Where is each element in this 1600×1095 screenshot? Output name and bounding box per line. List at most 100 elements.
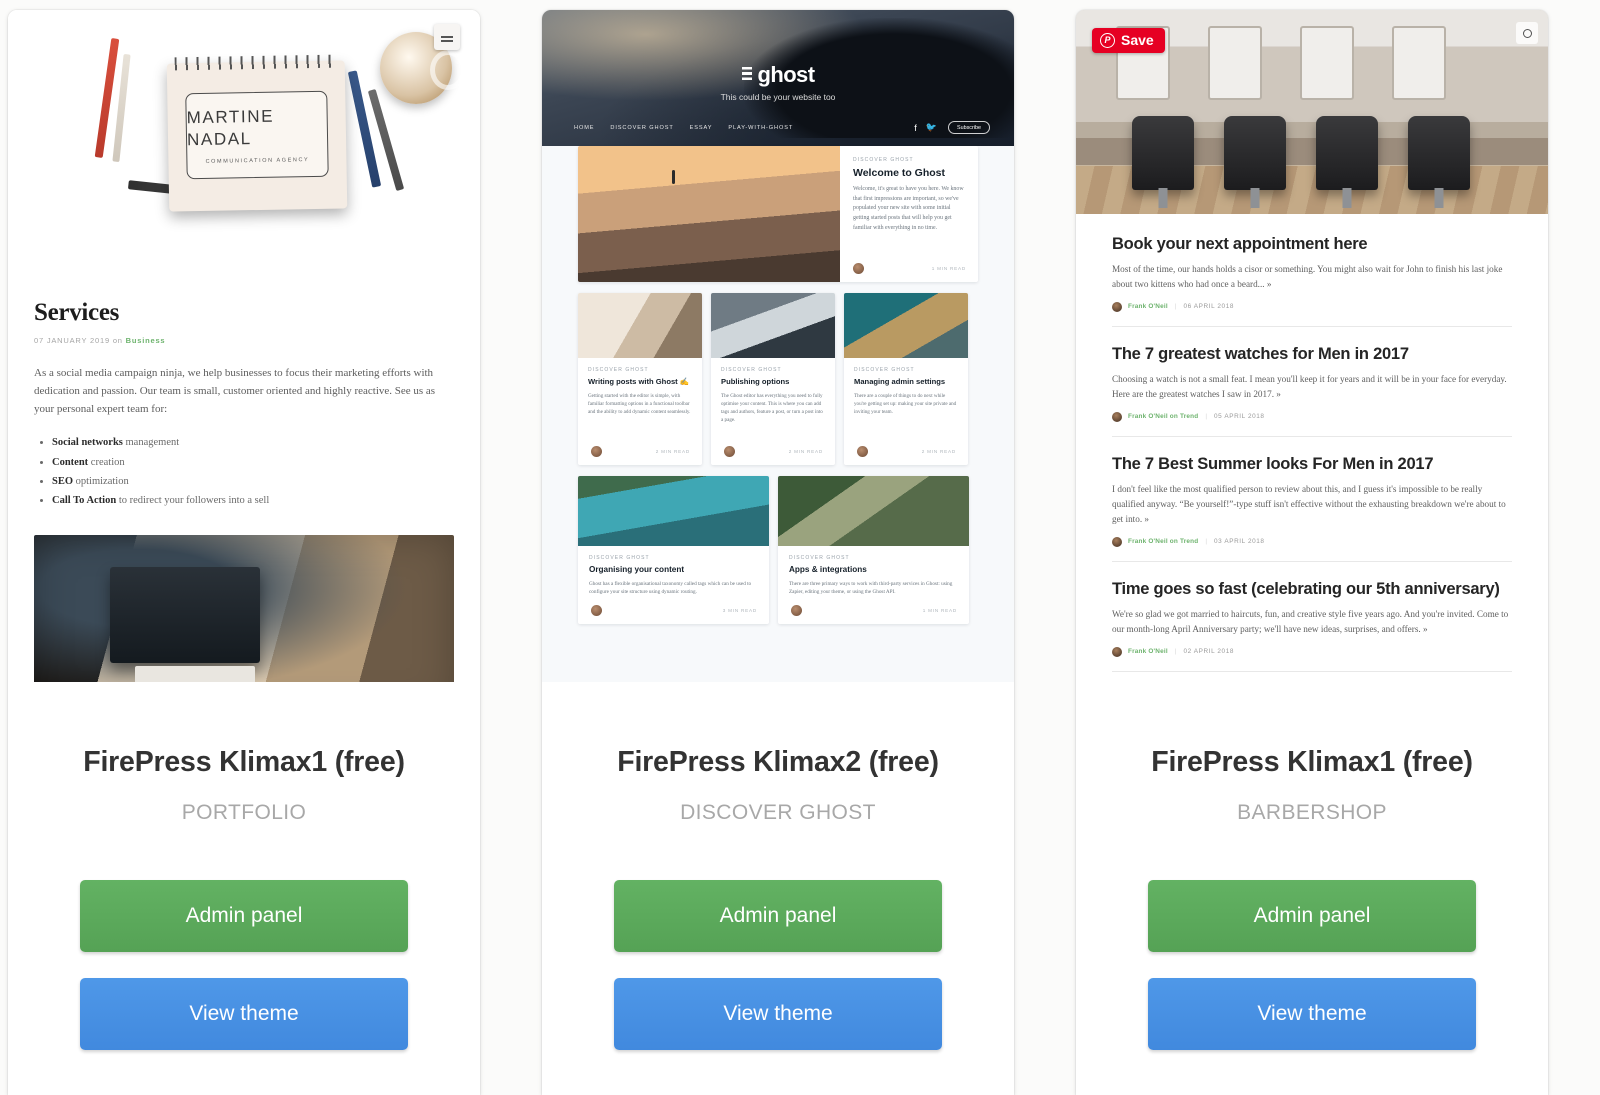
facebook-icon[interactable]: f xyxy=(914,123,917,133)
post-thumbnail xyxy=(778,476,969,546)
theme-preview-barbershop[interactable]: P Save Book your next appointment here M… xyxy=(1076,10,1548,682)
theme-card-barbershop: P Save Book your next appointment here M… xyxy=(1076,10,1548,1095)
post-excerpt: The Ghost editor has everything you need… xyxy=(721,393,823,424)
post-body: DISCOVER GHOST Managing admin settings T… xyxy=(844,358,968,416)
admin-panel-button[interactable]: Admin panel xyxy=(80,880,408,952)
salon-mirror xyxy=(1300,26,1354,100)
notebook-spiral xyxy=(174,54,337,71)
twitter-icon[interactable]: 🐦 xyxy=(926,122,937,133)
post-kicker: DISCOVER GHOST xyxy=(721,367,782,373)
pencil-white xyxy=(112,53,131,163)
avatar xyxy=(791,605,802,616)
nav-item-essay[interactable]: ESSAY xyxy=(690,125,713,131)
post-body: DISCOVER GHOST Writing posts with Ghost … xyxy=(578,358,702,416)
post-card[interactable]: DISCOVER GHOST Publishing options The Gh… xyxy=(711,293,835,465)
salon-chair xyxy=(1408,116,1470,190)
post-footer: 2 MIN READ xyxy=(857,446,956,457)
salon-chair xyxy=(1132,116,1194,190)
admin-panel-button[interactable]: Admin panel xyxy=(1148,880,1476,952)
post-footer: 1 MIN READ xyxy=(791,605,957,616)
post-excerpt: We're so glad we got married to haircuts… xyxy=(1112,608,1509,634)
post-excerpt: I don't feel like the most qualified per… xyxy=(1112,483,1506,524)
card-meta-barbershop: FirePress Klimax1 (free) BARBERSHOP xyxy=(1076,682,1548,825)
post-card[interactable]: DISCOVER GHOST Managing admin settings T… xyxy=(844,293,968,465)
avatar xyxy=(591,446,602,457)
salon-mirror xyxy=(1208,26,1262,100)
post-footer: 3 MIN READ xyxy=(591,605,757,616)
salon-chair xyxy=(1224,116,1286,190)
theme-subtitle: BARBERSHOP xyxy=(1237,801,1387,824)
featured-post-card[interactable]: DISCOVER GHOST Welcome to Ghost Welcome,… xyxy=(578,146,978,282)
card-meta-ghost: FirePress Klimax2 (free) DISCOVER GHOST xyxy=(542,682,1014,825)
agency-logo-tagline: COMMUNICATION AGENCY xyxy=(205,156,310,165)
post-kicker: DISCOVER GHOST xyxy=(789,555,850,561)
pinterest-icon: P xyxy=(1100,32,1115,48)
agency-logo: MARTINE NADAL COMMUNICATION AGENCY xyxy=(185,90,329,180)
hamburger-menu-icon[interactable] xyxy=(434,24,460,50)
post-title: The 7 greatest watches for Men in 2017 xyxy=(1112,344,1409,363)
pinterest-save-button[interactable]: P Save xyxy=(1092,28,1165,53)
list-item[interactable]: The 7 Best Summer looks For Men in 2017 … xyxy=(1112,454,1512,562)
post-byline: Frank O'Neil on Trend | 03 APRIL 2018 xyxy=(1112,536,1512,547)
ghost-hero-image: ghost This could be your website too HOM… xyxy=(542,10,1014,146)
post-excerpt: Ghost has a flexible organisational taxo… xyxy=(589,581,752,596)
list-item: SEO optimization xyxy=(52,472,454,491)
read-time: 2 MIN READ xyxy=(921,449,956,454)
post-thumbnail xyxy=(844,293,968,358)
nav-item-play-with-ghost[interactable]: PLAY-WITH-GHOST xyxy=(728,125,793,131)
post-card[interactable]: DISCOVER GHOST Writing posts with Ghost … xyxy=(578,293,702,465)
post-card[interactable]: DISCOVER GHOST Apps & integrations There… xyxy=(778,476,969,624)
view-theme-button[interactable]: View theme xyxy=(614,978,942,1050)
post-author[interactable]: Frank O'Neil xyxy=(1128,303,1168,310)
theme-title: FirePress Klimax1 (free) xyxy=(83,746,405,778)
nav-item-discover-ghost[interactable]: DISCOVER GHOST xyxy=(610,125,673,131)
article-bullets: Social networks management Content creat… xyxy=(52,433,454,509)
avatar xyxy=(724,446,735,457)
post-card[interactable]: DISCOVER GHOST Organising your content G… xyxy=(578,476,769,624)
list-item[interactable]: Book your next appointment here Most of … xyxy=(1112,234,1512,327)
theme-gallery: MARTINE NADAL COMMUNICATION AGENCY Servi… xyxy=(0,0,1600,1095)
post-excerpt: Choosing a watch is not a small feat. I … xyxy=(1112,374,1507,399)
view-theme-button[interactable]: View theme xyxy=(1148,978,1476,1050)
byline-separator: | xyxy=(1174,648,1177,656)
list-item[interactable]: The 7 greatest watches for Men in 2017 C… xyxy=(1112,344,1512,437)
barbershop-post-list: Book your next appointment here Most of … xyxy=(1076,214,1548,682)
avatar xyxy=(1112,646,1122,657)
read-time: 2 MIN READ xyxy=(655,449,690,454)
salon-chair xyxy=(1316,116,1378,190)
list-item: Call To Action to redirect your follower… xyxy=(52,491,454,510)
post-date: 03 APRIL 2018 xyxy=(1214,538,1265,546)
avatar xyxy=(1112,411,1122,422)
read-time: 1 MIN READ xyxy=(931,266,966,271)
list-item: Content creation xyxy=(52,453,454,472)
post-footer: 1 MIN READ xyxy=(853,263,966,274)
post-kicker: DISCOVER GHOST xyxy=(853,157,914,163)
post-byline: Frank O'Neil | 02 APRIL 2018 xyxy=(1112,646,1512,657)
article-date: 07 JANUARY 2019 on Business xyxy=(34,336,454,345)
post-title: Welcome to Ghost xyxy=(853,167,945,179)
card-actions-portfolio: Admin panel View theme xyxy=(8,880,480,1050)
list-item[interactable]: Time goes so fast (celebrating our 5th a… xyxy=(1112,579,1512,672)
post-body: DISCOVER GHOST Publishing options The Gh… xyxy=(711,358,835,425)
post-excerpt: Getting started with the editor is simpl… xyxy=(588,393,691,416)
nav-item-home[interactable]: HOME xyxy=(574,125,594,131)
byline-separator: | xyxy=(1174,303,1177,311)
article-tag[interactable]: Business xyxy=(126,336,166,345)
theme-preview-ghost[interactable]: ghost This could be your website too HOM… xyxy=(542,10,1014,682)
post-author[interactable]: Frank O'Neil xyxy=(1128,648,1168,655)
post-title: Managing admin settings xyxy=(854,377,946,386)
post-title: The 7 Best Summer looks For Men in 2017 xyxy=(1112,454,1434,473)
post-thumbnail xyxy=(578,476,769,546)
post-author[interactable]: Frank O'Neil on Trend xyxy=(1128,413,1198,420)
post-author[interactable]: Frank O'Neil on Trend xyxy=(1128,538,1198,545)
article-paragraph: As a social media campaign ninja, we hel… xyxy=(34,367,436,416)
post-date: 02 APRIL 2018 xyxy=(1183,648,1235,656)
post-thumbnail xyxy=(578,146,840,282)
post-body: DISCOVER GHOST Welcome to Ghost Welcome,… xyxy=(840,146,978,282)
avatar xyxy=(857,446,868,457)
view-theme-button[interactable]: View theme xyxy=(80,978,408,1050)
subscribe-button[interactable]: Subscribe xyxy=(948,121,990,134)
expand-image-icon[interactable] xyxy=(1516,22,1538,44)
theme-preview-portfolio[interactable]: MARTINE NADAL COMMUNICATION AGENCY Servi… xyxy=(8,10,480,682)
admin-panel-button[interactable]: Admin panel xyxy=(614,880,942,952)
